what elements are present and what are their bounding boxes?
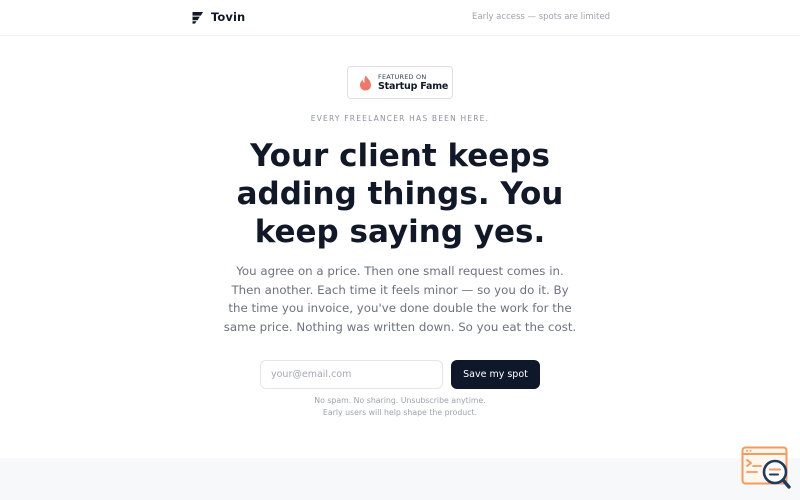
hero-body: You agree on a price. Then one small req… — [223, 264, 577, 334]
hero-headline: Your client keeps adding things. You kee… — [236, 138, 564, 250]
tovin-logo-icon — [192, 11, 203, 24]
early-access-note: Early access — spots are limited — [472, 12, 610, 22]
badge-text: FEATURED ON Startup Fame — [378, 72, 449, 92]
startup-fame-badge[interactable]: FEATURED ON Startup Fame — [347, 66, 453, 99]
eyebrow-text: EVERY FREELANCER HAS BEEN HERE. — [310, 114, 490, 123]
next-section-band — [0, 458, 800, 500]
email-input[interactable] — [260, 360, 443, 389]
save-my-spot-button[interactable]: Save my spot — [451, 360, 540, 389]
brand[interactable]: Tovin — [191, 10, 245, 24]
no-spam-note: No spam. No sharing. Unsubscribe anytime… — [314, 396, 486, 405]
early-users-note: Early users will help shape the product. — [322, 408, 478, 417]
brand-name: Tovin — [211, 10, 246, 24]
badge-featured-on: FEATURED ON — [378, 72, 427, 81]
flame-icon — [360, 75, 371, 90]
badge-startup-fame: Startup Fame — [378, 81, 449, 92]
search-code-icon[interactable] — [741, 446, 791, 490]
top-bar: Tovin Early access — spots are limited — [0, 0, 800, 36]
